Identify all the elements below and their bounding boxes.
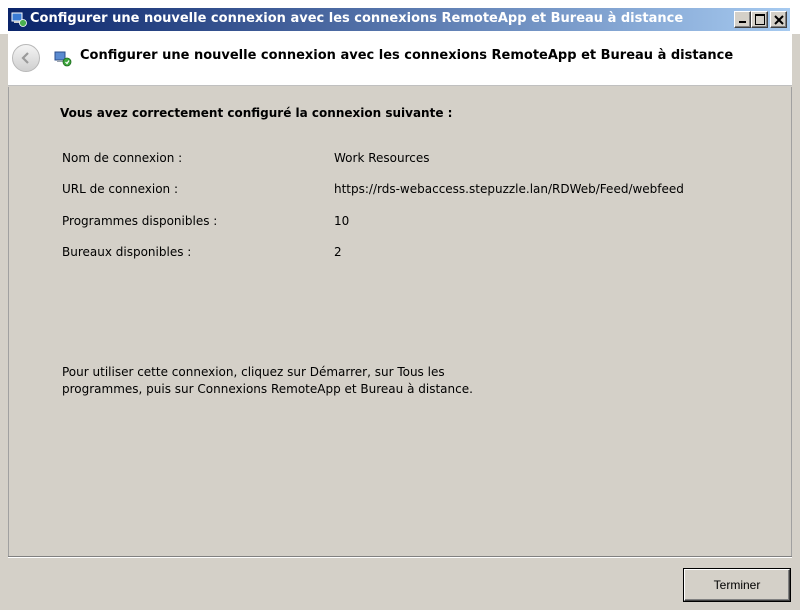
info-value: https://rds-webaccess.stepuzzle.lan/RDWe… <box>334 182 684 196</box>
close-icon <box>774 15 784 25</box>
wizard-window: Configurer une nouvelle connexion avec l… <box>0 0 800 610</box>
caption-buttons <box>734 11 787 28</box>
info-label: Nom de connexion : <box>62 151 183 165</box>
info-label: URL de connexion : <box>62 182 178 196</box>
title-bar-gradient[interactable]: Configurer une nouvelle connexion avec l… <box>8 8 790 31</box>
remoteapp-connection-icon <box>54 49 72 67</box>
wizard-content: Vous avez correctement configuré la conn… <box>8 87 792 556</box>
back-arrow-icon <box>21 52 29 64</box>
info-label: Programmes disponibles : <box>62 214 218 228</box>
window-title: Configurer une nouvelle connexion avec l… <box>30 11 684 26</box>
usage-instructions: Pour utiliser cette connexion, cliquez s… <box>62 365 473 396</box>
back-button[interactable] <box>12 44 40 72</box>
minimize-button[interactable] <box>734 11 751 28</box>
success-heading: Vous avez correctement configuré la conn… <box>60 106 453 120</box>
info-value: Work Resources <box>334 151 430 165</box>
finish-button[interactable]: Terminer <box>684 569 790 601</box>
footer-divider <box>8 556 792 558</box>
wizard-header: Configurer une nouvelle connexion avec l… <box>8 31 792 86</box>
title-bar[interactable]: Configurer une nouvelle connexion avec l… <box>0 0 800 34</box>
info-value: 10 <box>334 214 350 228</box>
close-button[interactable] <box>770 11 787 28</box>
app-icon <box>11 11 27 27</box>
info-value: 2 <box>334 245 342 259</box>
info-label: Bureaux disponibles : <box>62 245 192 259</box>
maximize-button[interactable] <box>751 11 768 28</box>
wizard-title: Configurer une nouvelle connexion avec l… <box>80 48 734 63</box>
